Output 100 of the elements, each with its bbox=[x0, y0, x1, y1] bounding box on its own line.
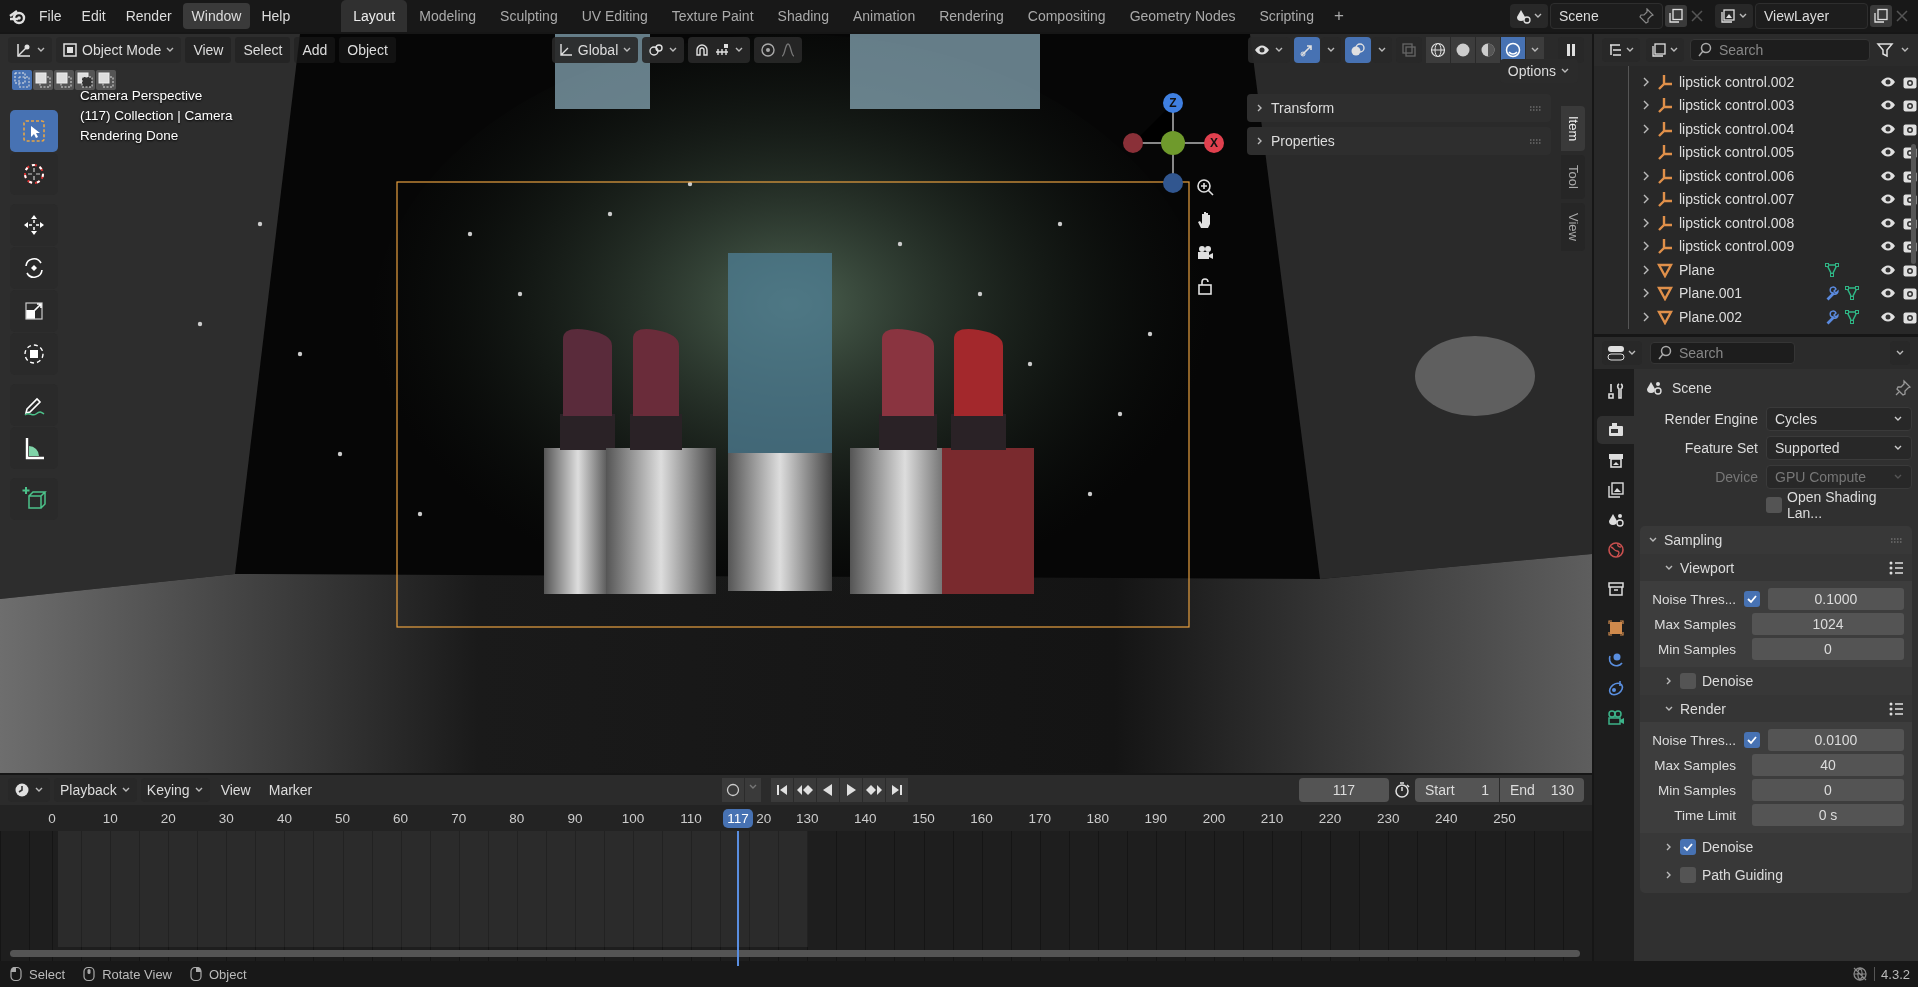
menu-item[interactable]: Object bbox=[339, 37, 396, 63]
number-field[interactable]: 0.0100 bbox=[1768, 729, 1904, 751]
object-name[interactable]: lipstick control.009 bbox=[1679, 238, 1819, 255]
viewport-info-text: Rendering Done bbox=[80, 128, 180, 143]
menu-dropdown[interactable]: Keying bbox=[140, 778, 210, 802]
frame-number: 20 bbox=[159, 810, 177, 826]
number-field[interactable]: 40 bbox=[1752, 754, 1904, 776]
context-title: Scene bbox=[1672, 380, 1713, 396]
field-label: Max Samples bbox=[1653, 757, 1736, 773]
mode-dropdown[interactable]: Object Mode bbox=[56, 37, 182, 63]
end-frame-field[interactable]: End 130 bbox=[1500, 778, 1584, 802]
menu-item[interactable]: File bbox=[30, 3, 71, 29]
workspace-tab[interactable]: Layout bbox=[341, 0, 408, 32]
search-field[interactable]: Search bbox=[1650, 342, 1795, 364]
frame-number: 80 bbox=[508, 810, 526, 826]
menu-item[interactable]: Select bbox=[235, 37, 291, 63]
frame-number: 130 bbox=[795, 810, 820, 826]
number-field[interactable]: 1024 bbox=[1752, 613, 1904, 635]
workspace-tab[interactable]: Modeling bbox=[407, 0, 489, 32]
workspace-tab[interactable]: Shading bbox=[765, 0, 841, 32]
status-hint: Object bbox=[209, 966, 247, 982]
frame-number: 10 bbox=[101, 810, 119, 826]
add-workspace-button[interactable]: + bbox=[1325, 0, 1352, 32]
frame-number: 220 bbox=[1317, 810, 1343, 826]
number-field[interactable]: 0 bbox=[1752, 638, 1904, 660]
workspace-tab[interactable]: UV Editing bbox=[569, 0, 660, 32]
object-name[interactable]: lipstick control.008 bbox=[1679, 214, 1819, 231]
field-label: Time Limit bbox=[1673, 807, 1736, 823]
field-label: Noise Thres... bbox=[1651, 591, 1736, 607]
playhead-frame-badge[interactable]: 117 bbox=[723, 808, 753, 828]
view-layer-name-field[interactable]: ViewLayer bbox=[1755, 3, 1868, 29]
workspace-tab[interactable]: Texture Paint bbox=[659, 0, 766, 32]
frame-number: 40 bbox=[275, 810, 293, 826]
field-label: Feature Set bbox=[1683, 440, 1758, 456]
object-name[interactable]: lipstick control.007 bbox=[1679, 191, 1819, 208]
menu-item[interactable]: Edit bbox=[72, 3, 115, 29]
frame-number: 200 bbox=[1201, 810, 1227, 826]
orientation-dropdown[interactable]: Global bbox=[551, 37, 639, 63]
menu-item[interactable]: Window bbox=[182, 3, 251, 29]
object-name[interactable]: lipstick control.002 bbox=[1679, 73, 1819, 90]
object-name[interactable]: lipstick control.006 bbox=[1679, 167, 1819, 184]
field-label: Min Samples bbox=[1656, 641, 1736, 657]
panel-header[interactable]: Transform bbox=[1247, 94, 1551, 122]
menu-item[interactable]: Help bbox=[252, 3, 300, 29]
workspace-tab[interactable]: Animation bbox=[840, 0, 928, 32]
workspace-tab[interactable]: Rendering bbox=[927, 0, 1016, 32]
search-field[interactable]: Search bbox=[1690, 39, 1870, 61]
frame-number: 240 bbox=[1434, 810, 1459, 826]
number-field[interactable]: 0.1000 bbox=[1768, 588, 1904, 610]
sidebar-tab[interactable]: Tool bbox=[1561, 155, 1585, 200]
subpanel-title[interactable]: Path Guiding bbox=[1702, 867, 1783, 883]
current-frame-field[interactable]: 117 bbox=[1299, 778, 1389, 802]
object-name[interactable]: lipstick control.004 bbox=[1679, 120, 1819, 137]
menu-item[interactable]: Add bbox=[294, 37, 336, 63]
workspace-tab[interactable]: Geometry Nodes bbox=[1117, 0, 1248, 32]
sidebar-tab[interactable]: Item bbox=[1561, 106, 1585, 152]
checkbox-label[interactable]: Open Shading Lan... bbox=[1787, 489, 1912, 521]
frame-number: 90 bbox=[566, 810, 584, 826]
menu-item[interactable]: View bbox=[185, 37, 232, 63]
frame-number: 160 bbox=[969, 810, 994, 826]
number-field[interactable]: 0 bbox=[1752, 779, 1904, 801]
workspace-tab[interactable]: Sculpting bbox=[488, 0, 570, 32]
object-name[interactable]: Plane bbox=[1679, 261, 1819, 278]
frame-number: 140 bbox=[853, 810, 878, 826]
workspace-tab[interactable]: Scripting bbox=[1247, 0, 1326, 32]
panel-header[interactable]: Properties bbox=[1247, 127, 1551, 155]
frame-number: 180 bbox=[1085, 810, 1110, 826]
workspace-tab[interactable]: Compositing bbox=[1015, 0, 1118, 32]
field-label: Noise Thres... bbox=[1651, 732, 1736, 748]
viewport-info-text: Camera Perspective bbox=[80, 88, 204, 103]
scene-name-field[interactable]: Scene bbox=[1550, 3, 1663, 29]
dropdown[interactable]: Cycles bbox=[1766, 407, 1912, 431]
frame-number: 110 bbox=[679, 810, 703, 826]
menu-item[interactable]: View bbox=[213, 778, 258, 802]
version-text: 4.3.2 bbox=[1881, 966, 1910, 982]
menu-dropdown[interactable]: Playback bbox=[54, 778, 137, 802]
object-name[interactable]: Plane.002 bbox=[1679, 308, 1819, 325]
frame-number: 20 bbox=[756, 810, 773, 826]
panel-header[interactable]: Sampling bbox=[1640, 526, 1912, 554]
start-frame-field[interactable]: Start 1 bbox=[1415, 778, 1499, 802]
menu-item[interactable]: Marker bbox=[261, 778, 320, 802]
sidebar-tab[interactable]: View bbox=[1561, 203, 1585, 252]
field-label: Device bbox=[1714, 469, 1758, 485]
frame-number: 150 bbox=[911, 810, 936, 826]
status-hint: Rotate View bbox=[102, 966, 172, 982]
menu-item[interactable]: Render bbox=[116, 3, 181, 29]
dropdown[interactable]: Supported bbox=[1766, 436, 1912, 460]
subpanel-title[interactable]: Denoise bbox=[1702, 673, 1754, 689]
frame-number: 170 bbox=[1027, 810, 1052, 826]
object-name[interactable]: Plane.001 bbox=[1679, 285, 1819, 302]
frame-number: 230 bbox=[1375, 810, 1401, 826]
field-label: Render Engine bbox=[1663, 411, 1758, 427]
field-label: Max Samples bbox=[1653, 616, 1736, 632]
object-name[interactable]: lipstick control.005 bbox=[1678, 144, 1819, 161]
subpanel-title[interactable]: Denoise bbox=[1702, 839, 1754, 855]
frame-number: 210 bbox=[1259, 810, 1285, 826]
frame-number: 190 bbox=[1143, 810, 1169, 826]
object-name[interactable]: lipstick control.003 bbox=[1679, 97, 1819, 114]
frame-number: 30 bbox=[217, 810, 235, 826]
number-field[interactable]: 0 s bbox=[1752, 804, 1904, 826]
